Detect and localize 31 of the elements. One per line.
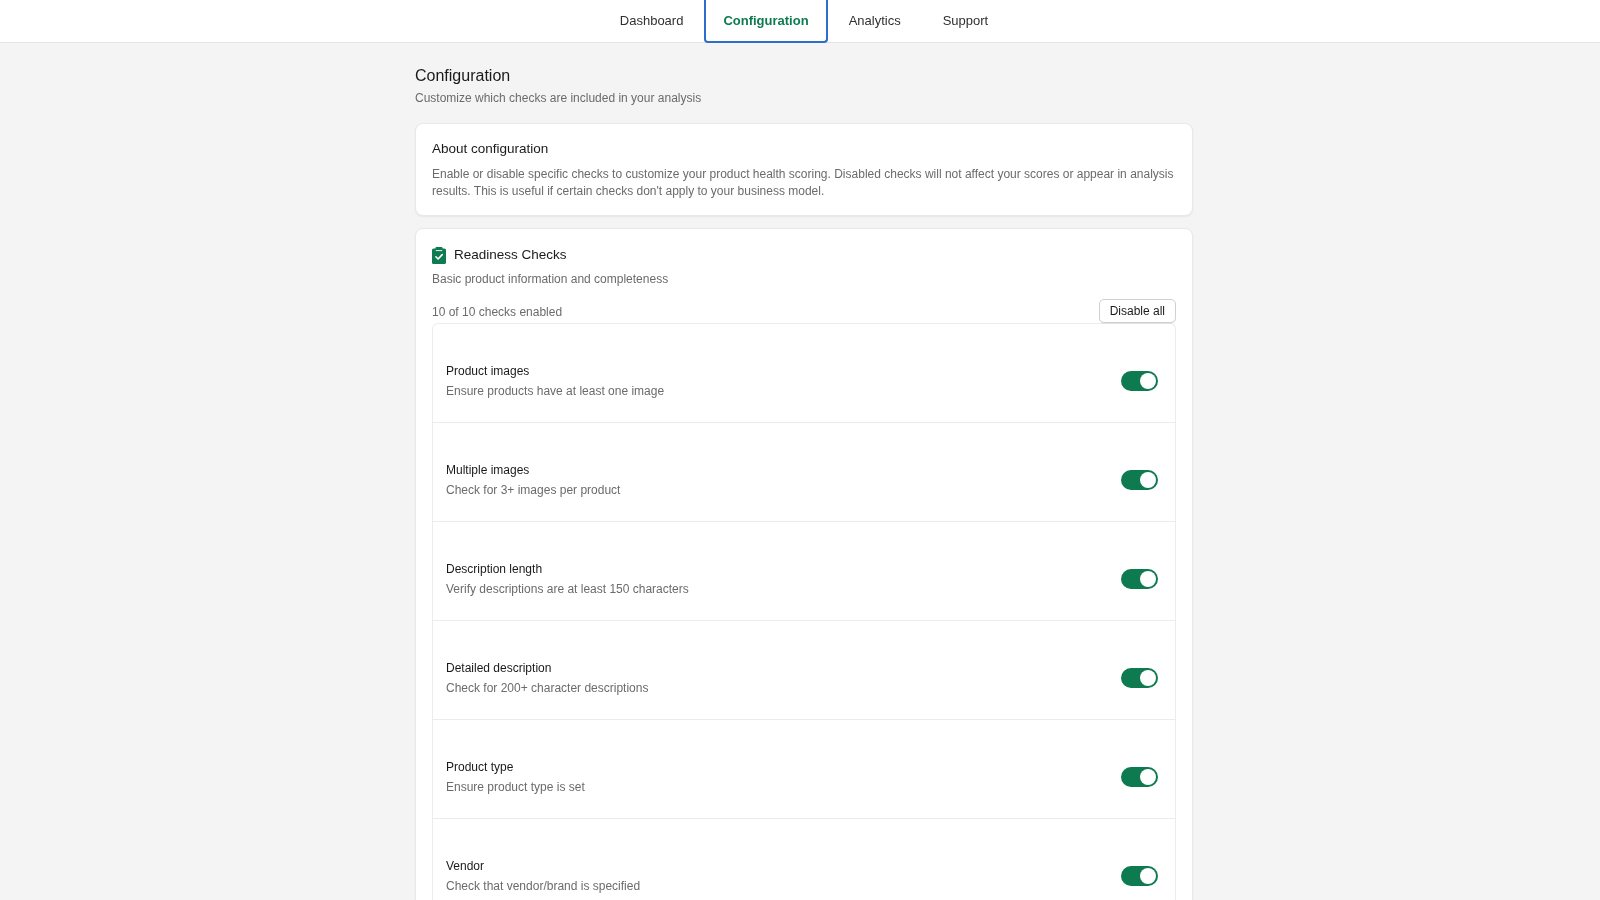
- check-title: Vendor: [446, 858, 486, 875]
- check-description: Check for 3+ images per product: [446, 482, 621, 499]
- toggle-switch[interactable]: [1121, 866, 1158, 886]
- disable-all-button[interactable]: Disable all: [1098, 299, 1176, 323]
- card-title: About configuration: [432, 140, 550, 158]
- card-title: Readiness Checks: [454, 246, 567, 264]
- check-description: Ensure products have at least one image: [446, 383, 665, 400]
- clipboard-check-icon: [432, 246, 446, 264]
- toggle-switch[interactable]: [1121, 371, 1158, 391]
- check-title: Product images: [446, 363, 531, 380]
- card-description: Basic product information and completeness: [432, 271, 670, 288]
- check-description: Ensure product type is set: [446, 779, 585, 796]
- check-title: Multiple images: [446, 462, 531, 479]
- enabled-count: 10 of 10 checks enabled: [432, 304, 563, 321]
- check-description: Check for 200+ character descriptions: [446, 680, 649, 697]
- check-title: Detailed description: [446, 660, 553, 677]
- toggle-switch[interactable]: [1121, 668, 1158, 688]
- check-title: Description length: [446, 561, 544, 578]
- toggle-switch[interactable]: [1121, 470, 1158, 490]
- card-description: Enable or disable specific checks to customize your product health scoring. Disabled checks will not affect your scores or appear in analysis results. This is useful if certain checks don't apply to your business model.: [432, 166, 1175, 200]
- nav-tab[interactable]: Configuration: [704, 0, 828, 43]
- nav-tab[interactable]: Dashboard: [598, 0, 705, 43]
- toggle-switch[interactable]: [1121, 569, 1158, 589]
- nav-tab[interactable]: Support: [921, 0, 1010, 43]
- nav-tab[interactable]: Analytics: [827, 0, 922, 43]
- check-description: Check that vendor/brand is specified: [446, 878, 641, 895]
- check-title: Product type: [446, 759, 515, 776]
- check-description: Verify descriptions are at least 150 characters: [446, 581, 689, 598]
- toggle-switch[interactable]: [1121, 767, 1158, 787]
- page-title: Configuration: [415, 66, 512, 86]
- page-subtitle: Customize which checks are included in your analysis: [415, 90, 703, 107]
